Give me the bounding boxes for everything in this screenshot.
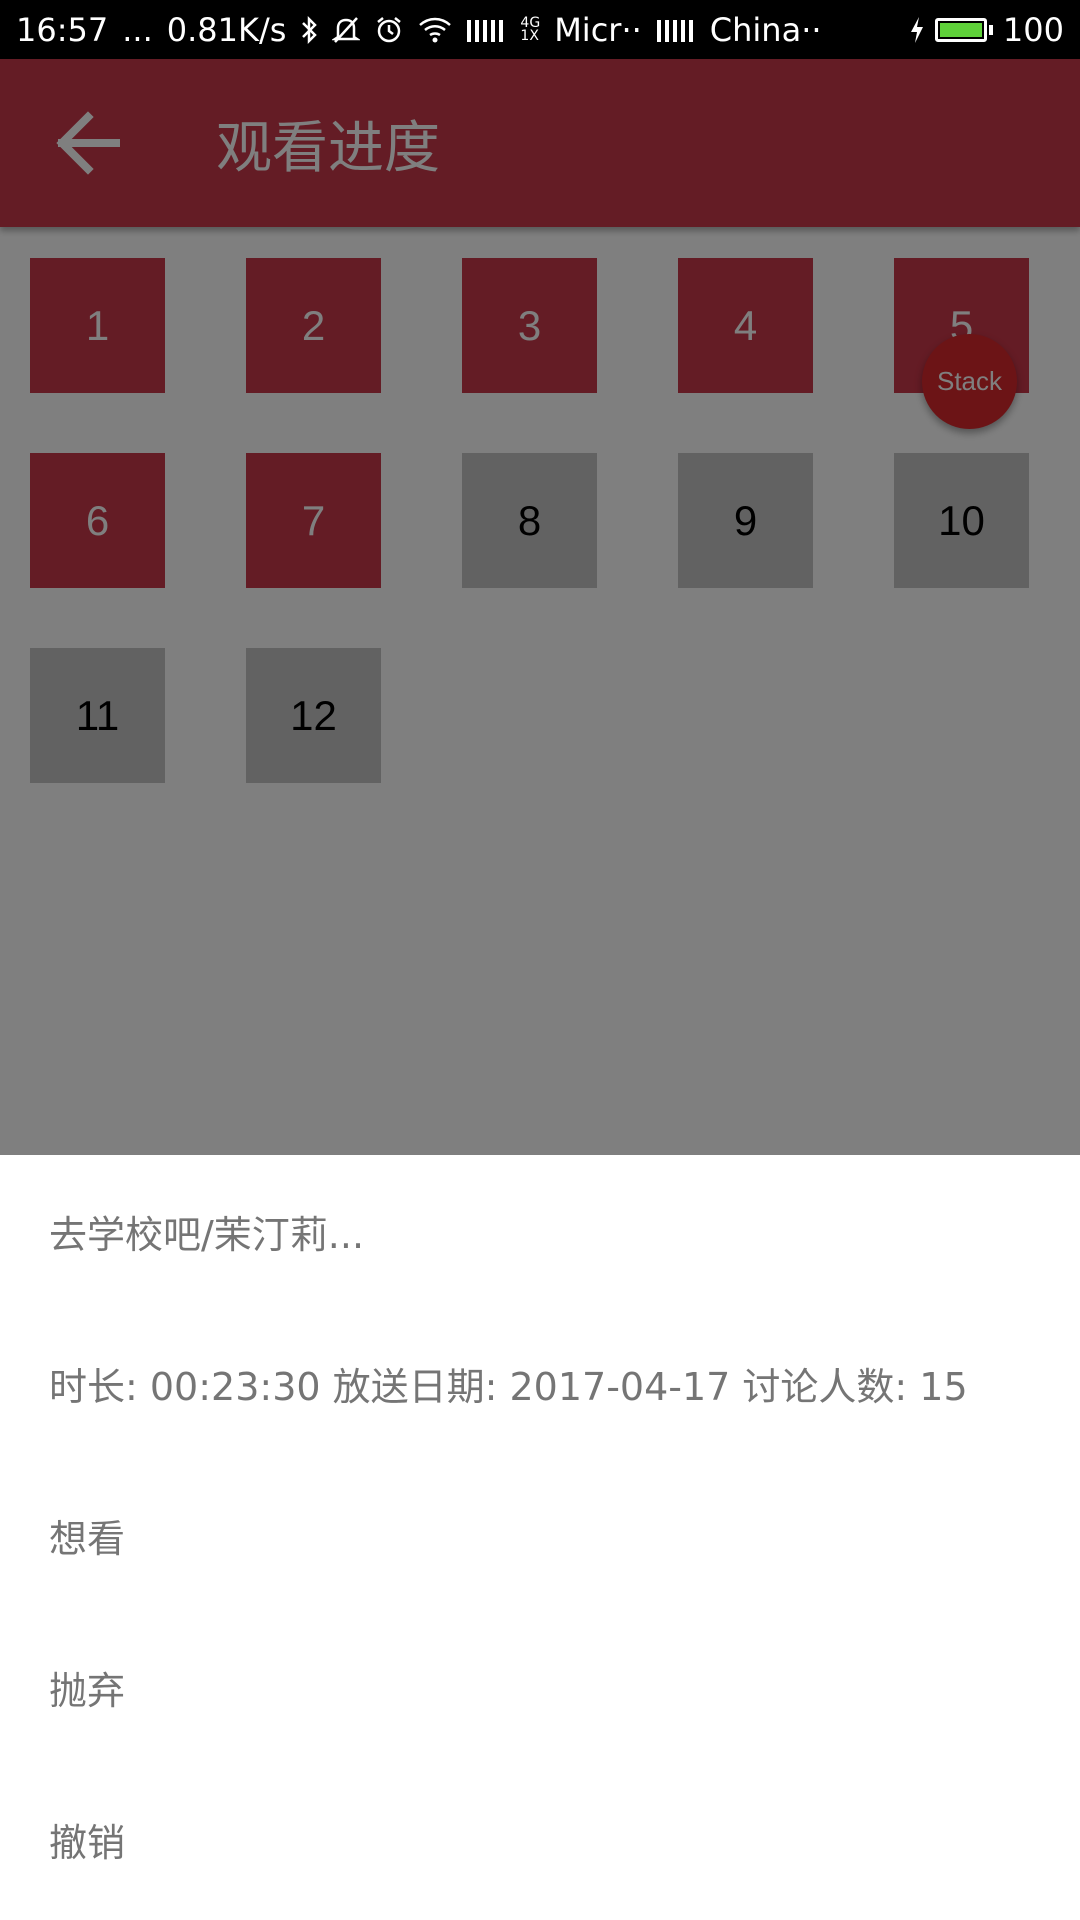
action-want-to-watch[interactable]: 想看 [49,1459,125,1611]
action-drop[interactable]: 抛弃 [49,1611,125,1763]
episode-info: 时长: 00:23:30 放送日期: 2017-04-17 讨论人数: 15 [49,1364,968,1409]
bottom-sheet: 去学校吧/茉汀莉... 时长: 00:23:30 放送日期: 2017-04-1… [0,1155,1080,1920]
carrier-1: Micr·· [554,10,642,49]
network-type: 4G 1X [520,16,540,44]
action-undo[interactable]: 撤销 [49,1763,125,1915]
episode-title: 去学校吧/茉汀莉... [49,1212,365,1257]
signal-bars-2-icon [656,16,696,44]
signal-bars-icon [466,16,506,44]
network-type-bottom: 1X [520,27,539,44]
battery-icon [934,17,993,42]
battery-level: 100 [1002,10,1064,49]
status-bar: 16:57 ... 0.81K/s 4G 1X Micr·· China·· 1… [0,0,1080,59]
status-time: 16:57 [16,10,109,49]
alarm-icon [374,15,404,45]
bluetooth-icon [300,15,318,45]
status-speed: 0.81K/s [166,10,287,49]
carrier-2: China·· [709,10,822,49]
wifi-icon [418,16,452,44]
bell-muted-icon [332,15,361,45]
status-dots: ... [122,10,153,49]
charging-icon [909,16,925,44]
screen: 16:57 ... 0.81K/s 4G 1X Micr·· China·· 1… [0,0,1080,1920]
modal-scrim[interactable] [0,0,1080,1155]
